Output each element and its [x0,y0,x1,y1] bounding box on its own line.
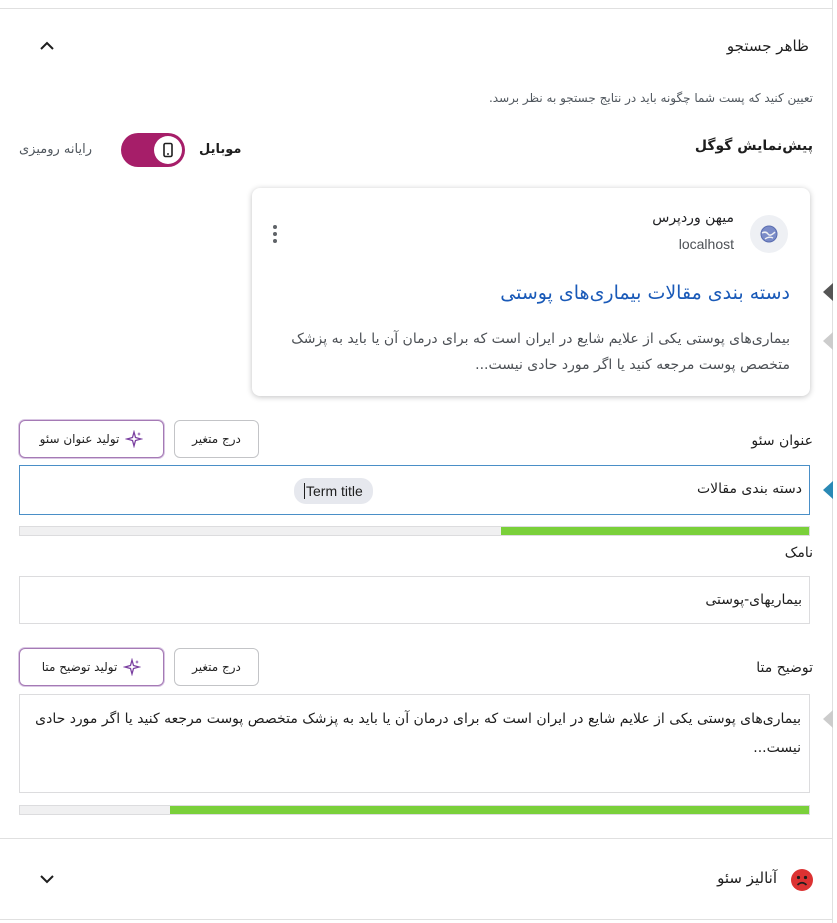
mobile-mode-label[interactable]: موبایل [199,142,241,157]
more-options-icon[interactable] [270,224,280,244]
insert-variable-label: درج متغیر [192,432,241,446]
generate-seo-title-label: تولید عنوان سئو [39,432,120,446]
google-preview-card: میهن وردپرس localhost دسته بندی مقالات ب… [252,188,810,396]
serp-site-url: localhost [678,236,734,252]
insert-variable-button[interactable]: درج متغیر [174,648,259,686]
sparkles-icon [122,657,142,677]
section-divider [0,838,833,839]
term-title-variable-tag[interactable]: Term title [294,478,373,504]
seo-analysis-title: آنالیز سئو [717,869,777,887]
generate-meta-description-button[interactable]: تولید توضیح متا [19,648,164,686]
desktop-mode-label[interactable]: رایانه رومیزی [19,142,92,157]
slug-label: نامک [784,545,813,561]
generate-meta-description-label: تولید توضیح متا [41,660,118,674]
term-title-variable-label: Term title [306,483,363,499]
meta-description-label: توضیح متا [756,660,813,676]
insert-variable-button[interactable]: درج متغیر [174,420,259,458]
serp-site-name: میهن وردپرس [652,210,734,226]
search-appearance-header[interactable]: ظاهر جستجو [0,8,833,80]
preview-mode-toggle[interactable] [121,133,185,167]
meta-description-input[interactable]: بیماری‌های پوستی یکی از علایم شایع در ای… [19,694,810,793]
sparkles-icon [124,429,144,449]
sad-face-icon [791,869,813,891]
insert-variable-label: درج متغیر [192,660,241,674]
seo-title-text: دسته بندی مقالات [696,481,802,497]
chevron-down-icon[interactable] [38,870,56,888]
serp-description: بیماری‌های پوستی یکی از علایم شایع در ای… [291,331,790,373]
slug-value: بیماریهای-پوستی [705,592,802,608]
edge-marker-icon [823,283,833,301]
slug-input[interactable]: بیماریهای-پوستی [19,576,810,624]
search-appearance-description: تعیین کنید که پست شما چگونه باید در نتای… [488,91,813,105]
seo-title-length-bar [19,526,810,536]
globe-icon [750,215,788,253]
edge-marker-icon [823,332,833,350]
search-appearance-title: ظاهر جستجو [726,37,809,55]
focus-marker-icon [823,481,833,499]
google-preview-label: پیش‌نمایش گوگل [694,138,813,154]
meta-description-length-bar [19,805,810,815]
seo-title-length-fill [501,527,809,535]
edge-marker-icon [823,710,833,728]
text-caret [304,483,305,499]
chevron-up-icon[interactable] [38,37,56,55]
seo-title-input[interactable]: دسته بندی مقالات Term title [19,465,810,515]
generate-seo-title-button[interactable]: تولید عنوان سئو [19,420,164,458]
frame-edge [832,0,833,923]
serp-title[interactable]: دسته بندی مقالات بیماری‌های پوستی [500,282,790,304]
seo-analysis-header[interactable]: آنالیز سئو [0,840,833,918]
mobile-phone-icon [154,136,182,164]
meta-description-value: بیماری‌های پوستی یکی از علایم شایع در ای… [35,711,801,756]
meta-description-length-fill [169,806,809,814]
seo-title-label: عنوان سئو [751,433,813,449]
